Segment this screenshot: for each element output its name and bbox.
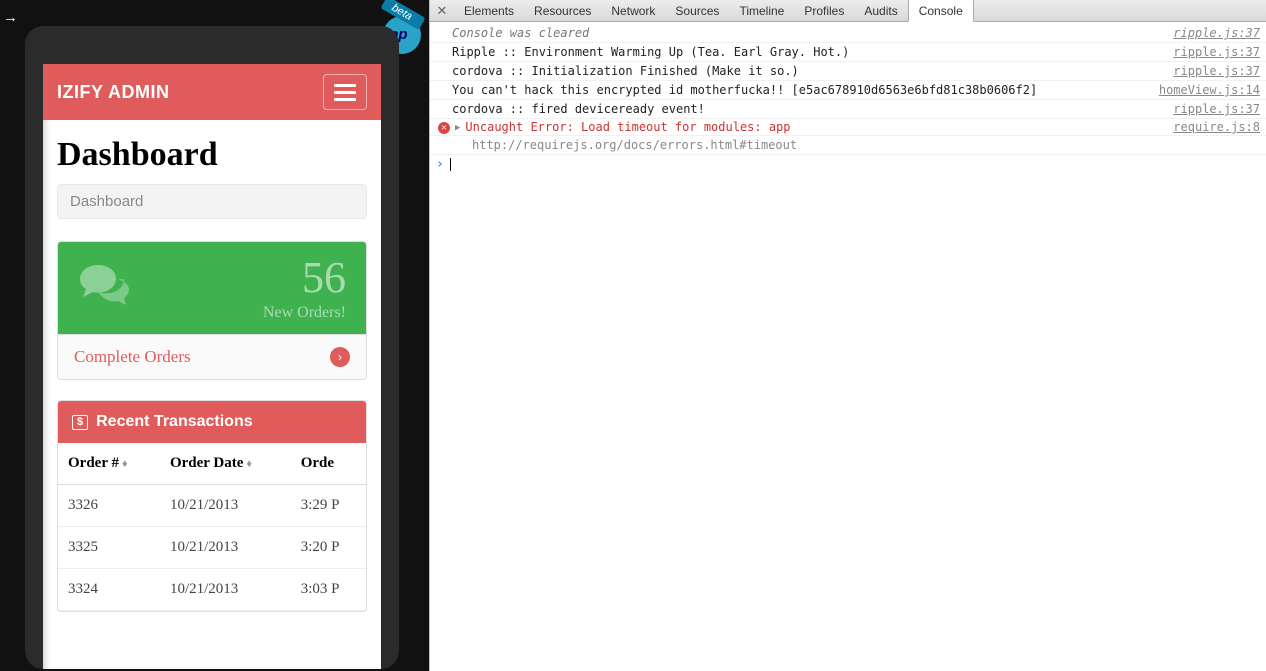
prompt-caret-icon: › [436, 157, 444, 172]
recent-transactions-panel: $ Recent Transactions Order #♦ Order Dat… [57, 400, 367, 612]
money-icon: $ [72, 415, 88, 430]
tab-resources[interactable]: Resources [524, 0, 601, 21]
complete-orders-link[interactable]: Complete Orders › [58, 334, 366, 379]
back-arrow-icon[interactable]: → [3, 9, 18, 26]
tab-network[interactable]: Network [601, 0, 665, 21]
menu-toggle-button[interactable] [323, 74, 367, 110]
new-orders-count: 56 [263, 256, 346, 300]
tab-elements[interactable]: Elements [454, 0, 524, 21]
console-log-row: cordova :: fired deviceready event! ripp… [430, 100, 1266, 119]
emulator-area: → beta ipp IZIFY ADMIN Dashboard Dashboa… [0, 0, 429, 671]
tab-profiles[interactable]: Profiles [794, 0, 854, 21]
transactions-table: Order #♦ Order Date♦ Orde 3326 10/21/201… [58, 443, 366, 611]
log-source-link[interactable]: ripple.js:37 [1153, 25, 1260, 41]
devtools-tabbar: ✕ Elements Resources Network Sources Tim… [430, 0, 1266, 22]
error-detail: http://requirejs.org/docs/errors.html#ti… [430, 136, 1266, 155]
table-row[interactable]: 3324 10/21/2013 3:03 P [58, 569, 366, 611]
device-frame: IZIFY ADMIN Dashboard Dashboard 56 Ne [25, 26, 399, 669]
breadcrumb: Dashboard [57, 184, 367, 219]
table-row[interactable]: 3325 10/21/2013 3:20 P [58, 527, 366, 569]
console-error-row: ✕ ▶ Uncaught Error: Load timeout for mod… [430, 119, 1266, 136]
log-source-link[interactable]: ripple.js:37 [1153, 63, 1260, 79]
console-log-row: You can't hack this encrypted id motherf… [430, 81, 1266, 100]
sort-icon: ♦ [122, 458, 128, 470]
devtools-close-button[interactable]: ✕ [430, 0, 454, 21]
tab-console[interactable]: Console [908, 0, 974, 22]
app-header: IZIFY ADMIN [43, 64, 381, 120]
log-source-link[interactable]: require.js:8 [1153, 120, 1260, 134]
console-log-row: cordova :: Initialization Finished (Make… [430, 62, 1266, 81]
new-orders-label: New Orders! [263, 304, 346, 322]
console-output[interactable]: Console was cleared ripple.js:37 Ripple … [430, 22, 1266, 671]
arrow-right-icon: › [330, 347, 350, 367]
col-date[interactable]: Order Date♦ [160, 443, 291, 485]
tab-timeline[interactable]: Timeline [729, 0, 794, 21]
log-source-link[interactable]: homeView.js:14 [1139, 82, 1260, 98]
console-log-row: Console was cleared ripple.js:37 [430, 24, 1266, 43]
new-orders-card: 56 New Orders! Complete Orders › [57, 241, 367, 380]
console-prompt[interactable]: › [430, 155, 1266, 174]
device-screen[interactable]: IZIFY ADMIN Dashboard Dashboard 56 Ne [43, 64, 381, 669]
tab-audits[interactable]: Audits [854, 0, 907, 21]
panel-title: Recent Transactions [96, 413, 253, 431]
expand-icon[interactable]: ▶ [455, 123, 460, 133]
console-input[interactable] [451, 158, 1260, 172]
col-time[interactable]: Orde [291, 443, 366, 485]
error-icon: ✕ [438, 122, 450, 134]
log-source-link[interactable]: ripple.js:37 [1153, 44, 1260, 60]
table-header-row: Order #♦ Order Date♦ Orde [58, 443, 366, 485]
col-order[interactable]: Order #♦ [58, 443, 160, 485]
devtools-panel: ✕ Elements Resources Network Sources Tim… [429, 0, 1266, 671]
complete-orders-label: Complete Orders [74, 347, 191, 367]
page-title: Dashboard [57, 136, 367, 174]
console-log-row: Ripple :: Environment Warming Up (Tea. E… [430, 43, 1266, 62]
tab-sources[interactable]: Sources [665, 0, 729, 21]
error-message: Uncaught Error: Load timeout for modules… [465, 120, 790, 134]
app-title: IZIFY ADMIN [57, 82, 170, 103]
table-row[interactable]: 3326 10/21/2013 3:29 P [58, 485, 366, 527]
log-source-link[interactable]: ripple.js:37 [1153, 101, 1260, 117]
sort-icon: ♦ [246, 458, 252, 470]
comments-icon [78, 263, 132, 316]
